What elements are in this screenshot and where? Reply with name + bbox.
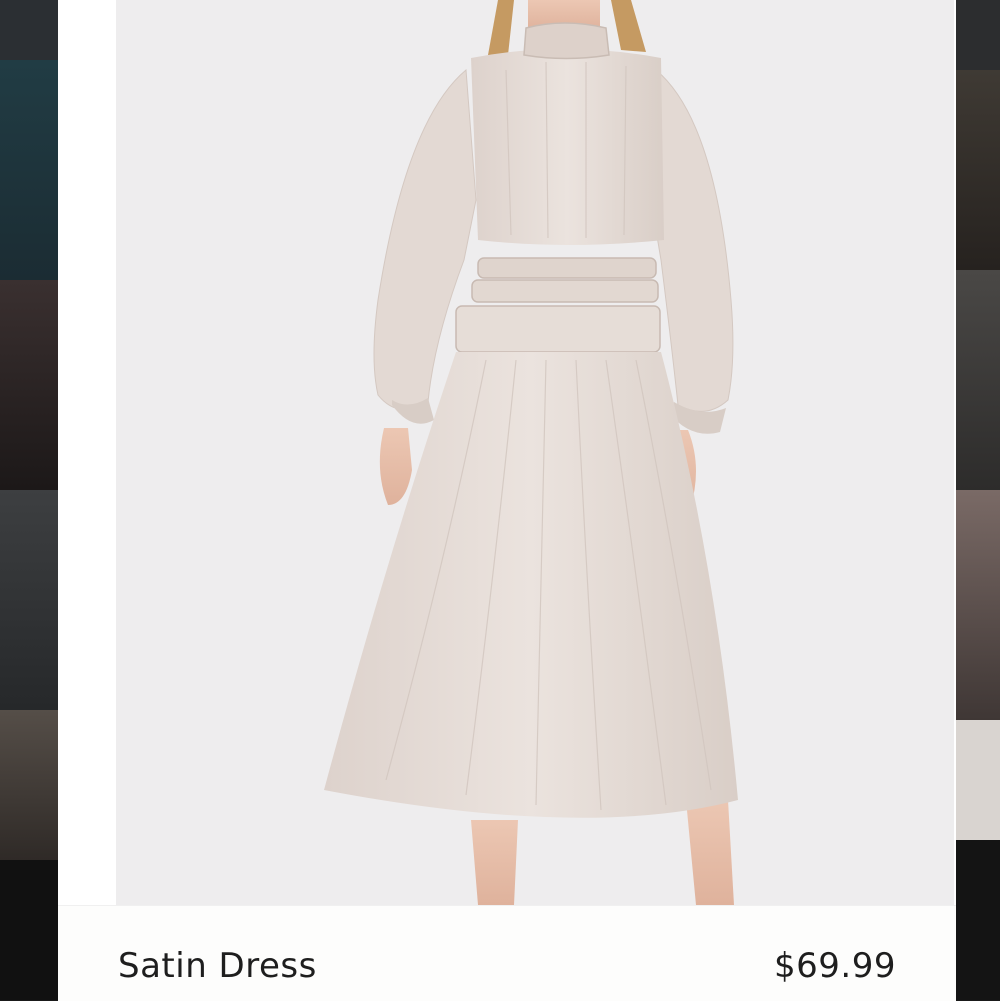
product-image[interactable] (116, 0, 954, 905)
background-right-strip (956, 0, 1000, 1000)
product-card[interactable]: Satin Dress $69.99 (58, 0, 956, 1001)
product-info-bar: Satin Dress $69.99 (58, 905, 956, 1001)
product-price: $69.99 (774, 946, 896, 986)
product-name[interactable]: Satin Dress (118, 946, 317, 986)
background-left-strip (0, 0, 58, 1000)
